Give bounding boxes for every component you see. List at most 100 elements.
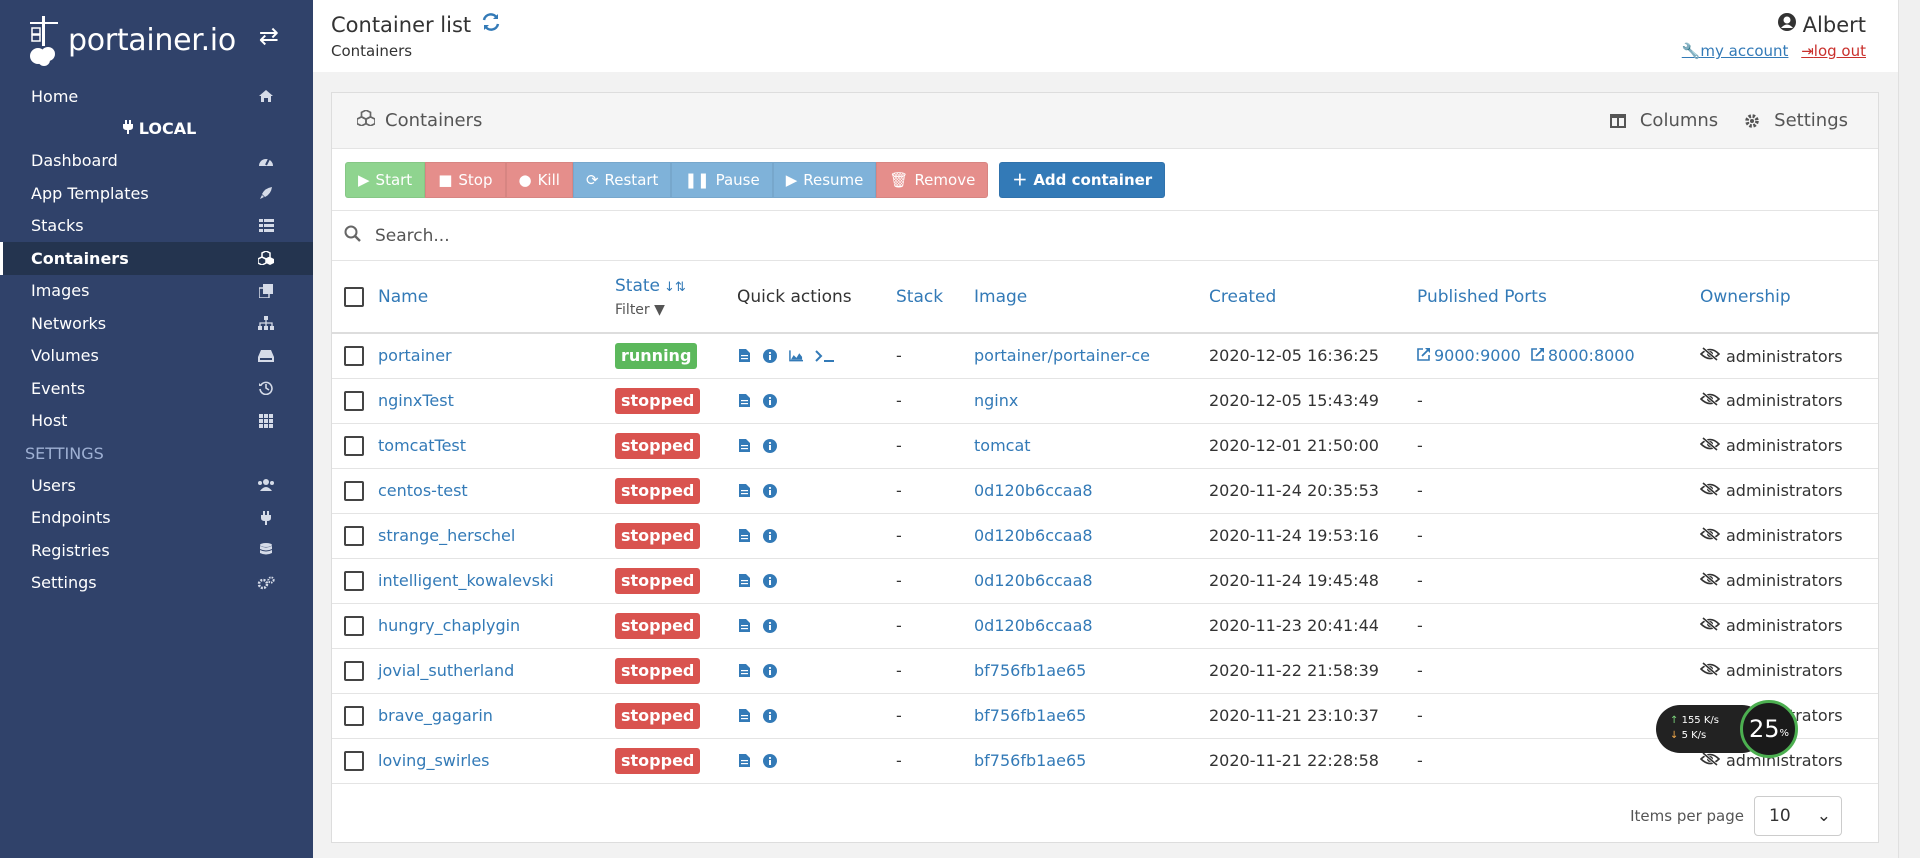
search-input[interactable]: [375, 225, 975, 246]
container-stack-cell: -: [896, 648, 974, 694]
info-icon[interactable]: [763, 483, 777, 498]
exchange-icon[interactable]: ⇄: [259, 22, 279, 50]
container-name-link[interactable]: strange_herschel: [378, 526, 515, 545]
container-created-cell: 2020-11-24 19:45:48: [1209, 558, 1417, 604]
container-name-link[interactable]: nginxTest: [378, 391, 454, 410]
stop-button[interactable]: ■ Stop: [425, 161, 506, 198]
stack-column-header[interactable]: Stack: [896, 261, 974, 334]
created-column-header[interactable]: Created: [1209, 261, 1417, 334]
row-checkbox[interactable]: [344, 525, 364, 546]
add-container-button[interactable]: ＋ Add container: [999, 161, 1166, 198]
page-scrollbar[interactable]: [1898, 0, 1920, 858]
container-image-link[interactable]: 0d120b6ccaa8: [974, 526, 1093, 545]
logs-icon[interactable]: [737, 529, 751, 542]
container-image-link[interactable]: bf756fb1ae65: [974, 751, 1086, 770]
sidebar-item-endpoints[interactable]: Endpoints: [0, 502, 313, 535]
resume-button[interactable]: ▶ Resume: [772, 161, 877, 198]
info-icon[interactable]: [763, 348, 777, 363]
name-column-header[interactable]: Name: [378, 261, 615, 334]
info-icon[interactable]: [763, 708, 777, 723]
container-image-link[interactable]: nginx: [974, 391, 1018, 410]
logs-icon[interactable]: [737, 709, 751, 722]
container-image-link[interactable]: 0d120b6ccaa8: [974, 571, 1093, 590]
info-icon[interactable]: [763, 753, 777, 768]
container-image-link[interactable]: tomcat: [974, 436, 1031, 455]
sidebar-item-registries[interactable]: Registries: [0, 534, 313, 567]
logs-icon[interactable]: [737, 619, 751, 632]
container-image-link[interactable]: bf756fb1ae65: [974, 661, 1086, 680]
info-icon[interactable]: [763, 573, 777, 588]
start-button[interactable]: ▶ Start: [345, 161, 426, 198]
state-column-header[interactable]: State ↓⇅ Filter ▼: [615, 261, 737, 334]
console-terminal-icon[interactable]: [815, 350, 835, 362]
row-checkbox[interactable]: [344, 570, 364, 591]
sidebar-item-host[interactable]: Host: [0, 405, 313, 438]
logs-icon[interactable]: [737, 394, 751, 407]
info-icon[interactable]: [763, 438, 777, 453]
row-checkbox[interactable]: [344, 390, 364, 411]
ownership: administrators: [1699, 347, 1843, 366]
logs-icon[interactable]: [737, 439, 751, 452]
quick-actions-column-header: Quick actions: [737, 261, 896, 334]
container-name-link[interactable]: loving_swirles: [378, 751, 490, 770]
portainer-logo-icon[interactable]: [28, 14, 64, 66]
container-image-link[interactable]: bf756fb1ae65: [974, 706, 1086, 725]
sidebar-item-users[interactable]: Users: [0, 469, 313, 502]
container-name-link[interactable]: tomcatTest: [378, 436, 466, 455]
image-column-header[interactable]: Image: [974, 261, 1209, 334]
row-checkbox[interactable]: [344, 480, 364, 501]
remove-button[interactable]: 🗑 Remove: [876, 161, 989, 198]
container-image-link[interactable]: 0d120b6ccaa8: [974, 616, 1093, 635]
row-checkbox[interactable]: [344, 660, 364, 681]
state-filter[interactable]: Filter ▼: [615, 302, 737, 318]
sidebar-item-stacks[interactable]: Stacks: [0, 210, 313, 243]
network-speed-widget[interactable]: ↑ 155 K/s ↓ 5 K/s 25%: [1656, 700, 1802, 758]
row-checkbox[interactable]: [344, 435, 364, 456]
log-out-link[interactable]: ⇥log out: [1801, 42, 1866, 60]
restart-button[interactable]: ⟳ Restart: [572, 161, 672, 198]
logs-icon[interactable]: [737, 664, 751, 677]
kill-button[interactable]: ● Kill: [505, 161, 573, 198]
container-name-link[interactable]: portainer: [378, 346, 452, 365]
row-checkbox[interactable]: [344, 346, 364, 366]
container-name-link[interactable]: centos-test: [378, 481, 468, 500]
row-checkbox[interactable]: [344, 750, 364, 771]
logs-icon[interactable]: [737, 484, 751, 497]
info-icon[interactable]: [763, 663, 777, 678]
sidebar-item-app-templates[interactable]: App Templates: [0, 177, 313, 210]
pause-button[interactable]: ❚❚ Pause: [671, 161, 773, 198]
logs-icon[interactable]: [737, 574, 751, 587]
select-all-checkbox[interactable]: [344, 286, 364, 307]
logs-icon[interactable]: [737, 349, 751, 363]
row-checkbox[interactable]: [344, 705, 364, 726]
published-port-link[interactable]: 9000:9000: [1417, 346, 1521, 365]
sidebar-item-networks[interactable]: Networks: [0, 307, 313, 340]
sidebar-item-home[interactable]: Home: [0, 80, 313, 113]
sidebar-item-dashboard[interactable]: Dashboard: [0, 145, 313, 178]
stats-chart-icon[interactable]: [789, 350, 803, 362]
sidebar-item-containers[interactable]: Containers: [0, 242, 313, 275]
sidebar-item-settings[interactable]: Settings: [0, 567, 313, 600]
info-icon[interactable]: [763, 618, 777, 633]
container-name-link[interactable]: intelligent_kowalevski: [378, 571, 554, 590]
published-port-link[interactable]: 8000:8000: [1531, 346, 1635, 365]
settings-toggle[interactable]: Settings: [1736, 110, 1848, 131]
ownership-column-header[interactable]: Ownership: [1700, 261, 1878, 334]
columns-toggle[interactable]: Columns: [1602, 110, 1718, 131]
container-image-link[interactable]: 0d120b6ccaa8: [974, 481, 1093, 500]
container-name-link[interactable]: brave_gagarin: [378, 706, 493, 725]
items-per-page-select[interactable]: 10 ⌄: [1754, 795, 1842, 836]
ports-column-header[interactable]: Published Ports: [1417, 261, 1700, 334]
container-name-link[interactable]: hungry_chaplygin: [378, 616, 520, 635]
row-checkbox[interactable]: [344, 615, 364, 636]
container-image-link[interactable]: portainer/portainer-ce: [974, 346, 1150, 365]
sidebar-item-volumes[interactable]: Volumes: [0, 340, 313, 373]
sidebar-item-events[interactable]: Events: [0, 372, 313, 405]
refresh-icon[interactable]: [481, 12, 501, 38]
info-icon[interactable]: [763, 393, 777, 408]
logs-icon[interactable]: [737, 754, 751, 767]
container-name-link[interactable]: jovial_sutherland: [378, 661, 514, 680]
info-icon[interactable]: [763, 528, 777, 543]
my-account-link[interactable]: 🔧my account: [1682, 42, 1789, 60]
sidebar-item-images[interactable]: Images: [0, 275, 313, 308]
